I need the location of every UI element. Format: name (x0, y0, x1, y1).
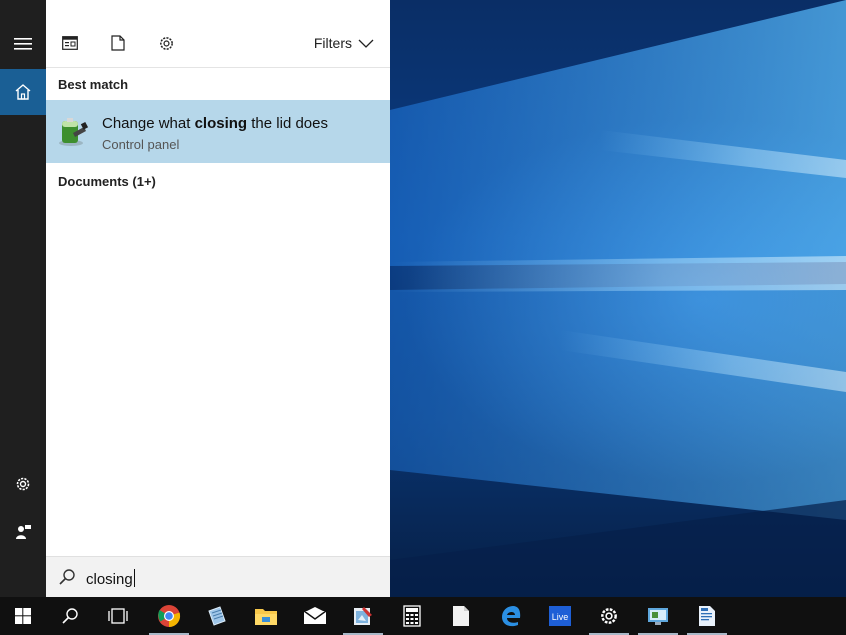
documents-page-icon[interactable] (108, 33, 128, 53)
calculator-icon[interactable] (389, 597, 435, 635)
settings-gear-icon[interactable] (586, 597, 632, 635)
hamburger-menu-icon[interactable] (0, 21, 46, 67)
result-title: Change what closing the lid does (102, 115, 328, 132)
home-icon[interactable] (0, 69, 46, 115)
settings-gear-icon[interactable] (156, 33, 176, 53)
best-match-heading: Best match (58, 77, 129, 92)
filters-dropdown[interactable]: Filters (314, 35, 374, 51)
apps-window-icon[interactable] (60, 33, 80, 53)
windows-start-icon[interactable] (0, 597, 46, 635)
file-explorer-icon[interactable] (243, 597, 289, 635)
windows-live-icon[interactable]: Live (537, 597, 583, 635)
search-box[interactable]: closing (46, 556, 390, 598)
task-view-icon[interactable] (95, 597, 141, 635)
edge-icon[interactable] (488, 597, 534, 635)
chrome-icon[interactable] (146, 597, 192, 635)
feedback-person-icon[interactable] (0, 509, 46, 555)
filters-label: Filters (313, 35, 352, 51)
best-match-result[interactable]: Change what closing the lid does Control… (46, 100, 390, 163)
mail-icon[interactable] (292, 597, 338, 635)
taskbar: Live (0, 597, 846, 635)
writer-document-icon[interactable] (684, 597, 730, 635)
control-panel-icon[interactable] (635, 597, 681, 635)
search-icon (59, 569, 75, 585)
search-input[interactable]: closing (86, 569, 135, 588)
start-left-rail (0, 0, 46, 597)
paint-app-icon[interactable] (340, 597, 386, 635)
search-magnifier-icon[interactable] (47, 597, 93, 635)
battery-power-options-icon (56, 113, 90, 147)
search-filter-header: Filters (46, 0, 390, 68)
search-results-panel: Filters Best match Change what closing t… (46, 0, 390, 597)
settings-gear-icon[interactable] (0, 461, 46, 507)
blank-document-icon[interactable] (438, 597, 484, 635)
chevron-down-icon (358, 39, 374, 48)
result-subtitle: Control panel (102, 137, 180, 152)
text-cursor (133, 569, 135, 587)
notepad-pen-icon[interactable] (194, 597, 240, 635)
svg-text:Live: Live (552, 612, 569, 622)
documents-heading[interactable]: Documents (1+) (58, 174, 156, 189)
